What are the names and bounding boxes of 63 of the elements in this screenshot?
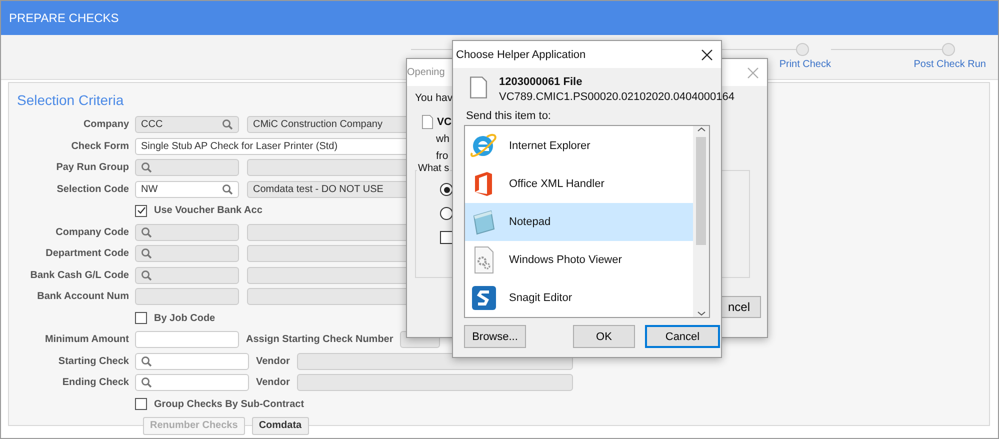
gear-file-icon xyxy=(474,246,494,274)
step-link[interactable]: Post Check Run xyxy=(914,59,986,70)
dialog-title: Choose Helper Application xyxy=(456,48,586,60)
group-label: What s xyxy=(417,163,450,174)
checkbox[interactable] xyxy=(440,231,453,244)
checkbox-label: Use Voucher Bank Acc xyxy=(154,205,262,216)
field-label: Bank Account Num xyxy=(36,291,129,302)
app-item[interactable]: Windows Photo Viewer xyxy=(465,241,693,279)
field-label: Company xyxy=(82,119,129,130)
field-label: Starting Check xyxy=(57,356,129,367)
field-label: Minimum Amount xyxy=(44,334,129,346)
prompt-text: Send this item to: xyxy=(466,110,551,122)
field-label: Bank Cash G/L Code xyxy=(29,270,129,281)
page-title: PREPARE CHECKS xyxy=(9,11,119,25)
field-label: Company Code xyxy=(54,226,129,238)
file-title: 1203000061 File xyxy=(499,76,584,88)
dialog-text: fro xyxy=(436,150,448,162)
input-field[interactable]: NW xyxy=(135,180,239,198)
app-item[interactable]: Snagit Editor xyxy=(465,279,693,317)
file-path: VC789.CMIC1.PS00020.02102020.0404000164 xyxy=(499,91,734,103)
field-label: Selection Code xyxy=(56,184,129,195)
dialog-text: wh xyxy=(436,132,450,144)
snagit-icon xyxy=(472,286,496,310)
file-icon xyxy=(470,76,487,99)
checkbox[interactable] xyxy=(135,312,147,324)
notepad-icon xyxy=(473,210,495,235)
field-label: Assign Starting Check Number xyxy=(246,334,394,346)
field-label: Pay Run Group xyxy=(55,162,129,174)
dialog-button[interactable]: Cancel xyxy=(645,325,720,348)
field-label: Department Code xyxy=(44,248,129,260)
office-icon xyxy=(475,172,492,196)
field-label: Ending Check xyxy=(61,377,129,388)
form-button[interactable]: Comdata xyxy=(252,416,309,435)
browser-icon xyxy=(470,134,496,157)
radio-button[interactable] xyxy=(440,207,453,220)
checkbox-label: By Job Code xyxy=(154,312,216,324)
dialog-button[interactable]: OK xyxy=(573,325,635,348)
field-label: Vendor xyxy=(256,356,290,367)
checkbox-label: Group Checks By Sub-Contract xyxy=(154,398,304,410)
input-field[interactable] xyxy=(135,352,249,370)
checkbox[interactable] xyxy=(135,398,147,410)
search-icon[interactable] xyxy=(222,184,233,195)
app-item[interactable]: Internet Explorer xyxy=(465,127,693,165)
input-field[interactable] xyxy=(135,331,239,348)
file-name: VC xyxy=(437,116,452,128)
step-link[interactable]: Print Check xyxy=(779,59,831,70)
scroll-down-icon[interactable] xyxy=(696,310,706,317)
scroll-up-icon[interactable] xyxy=(696,126,706,133)
input-field[interactable] xyxy=(135,374,249,392)
close-icon[interactable] xyxy=(701,48,713,60)
app-item[interactable]: Office XML Handler xyxy=(465,165,693,203)
dialog-text: You hav xyxy=(415,92,453,104)
dialog-title: Opening xyxy=(407,67,445,78)
checkbox[interactable] xyxy=(135,204,147,217)
search-icon[interactable] xyxy=(141,356,152,367)
field-label: Vendor xyxy=(256,377,290,388)
field-label: Check Form xyxy=(70,140,129,152)
dialog-button[interactable]: Browse... xyxy=(464,325,526,348)
radio-button[interactable] xyxy=(440,183,453,196)
section-title: Selection Criteria xyxy=(17,92,124,108)
app-item[interactable]: Notepad xyxy=(465,203,693,241)
scrollbar[interactable] xyxy=(693,126,709,317)
search-icon[interactable] xyxy=(141,377,152,388)
